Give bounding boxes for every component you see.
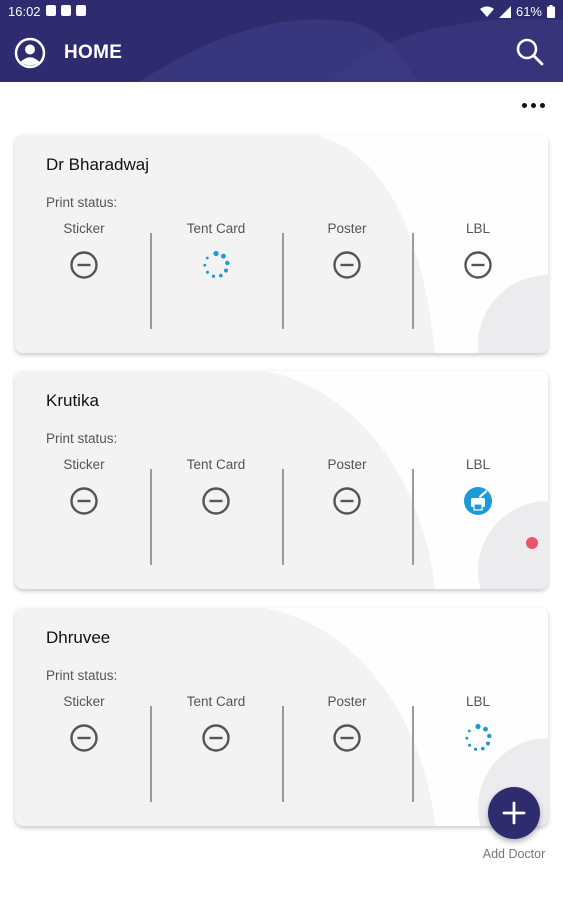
- status-lbl: LBL: [413, 694, 543, 753]
- column-label-poster: Poster: [327, 457, 367, 472]
- minus-circle-icon: [70, 251, 98, 279]
- minus-circle-icon: [333, 487, 361, 515]
- status-sticker: Sticker: [19, 457, 149, 516]
- battery-icon: [547, 5, 555, 18]
- minus-circle-icon: [70, 487, 98, 515]
- column-label-sticker: Sticker: [63, 221, 105, 236]
- bag-notification-icon: [61, 5, 71, 16]
- minus-circle-icon: [464, 251, 492, 279]
- status-lbl: LBL: [413, 221, 543, 280]
- minus-circle-icon: [70, 724, 98, 752]
- column-label-lbl: LBL: [465, 221, 491, 236]
- overflow-dot: [539, 102, 545, 108]
- minus-circle-icon: [333, 724, 361, 752]
- status-lbl: LBL: [413, 457, 543, 516]
- status-sticker: Sticker: [19, 694, 149, 753]
- status-tent-card: Tent Card: [151, 221, 281, 280]
- doctor-name: Dr Bharadwaj: [46, 155, 149, 174]
- status-time: 16:02: [8, 4, 41, 19]
- minus-circle-icon: [202, 487, 230, 515]
- status-tent-card: Tent Card: [151, 694, 281, 753]
- doctor-card[interactable]: Krutika Print status: Sticker Tent Card …: [15, 371, 548, 589]
- column-label-tent-card: Tent Card: [186, 694, 246, 709]
- notification-dot: [526, 537, 538, 549]
- status-sticker: Sticker: [19, 221, 149, 280]
- doctor-name: Dhruvee: [46, 628, 111, 647]
- wifi-icon: [479, 6, 494, 17]
- column-label-poster: Poster: [327, 694, 367, 709]
- status-poster: Poster: [282, 694, 412, 753]
- more-horizontal-icon[interactable]: [517, 95, 549, 115]
- add-doctor-button[interactable]: [488, 787, 540, 839]
- status-poster: Poster: [282, 457, 412, 516]
- column-label-tent-card: Tent Card: [186, 457, 246, 472]
- doctor-card[interactable]: Dhruvee Print status: Sticker Tent Card …: [15, 608, 548, 826]
- overflow-dot: [521, 102, 527, 108]
- plus-icon: [502, 801, 526, 825]
- doctor-name: Krutika: [46, 391, 99, 410]
- system-icons: 61%: [479, 4, 555, 19]
- signal-icon: [498, 5, 511, 18]
- status-poster: Poster: [282, 221, 412, 280]
- overflow-dot: [530, 102, 536, 108]
- app-bar: 16:02 61% HOME: [0, 0, 563, 82]
- status-tent-card: Tent Card: [151, 457, 281, 516]
- print-done-icon: [464, 487, 492, 515]
- notification-icons: [46, 5, 86, 16]
- print-status-label: Print status:: [46, 195, 118, 210]
- loading-spinner-icon: [203, 250, 230, 278]
- column-label-tent-card: Tent Card: [186, 221, 246, 236]
- battery-percent: 61%: [515, 4, 542, 19]
- minus-circle-icon: [202, 724, 230, 752]
- account-circle-icon[interactable]: [14, 37, 46, 69]
- add-doctor-label: Add Doctor: [482, 847, 546, 861]
- column-label-sticker: Sticker: [63, 457, 105, 472]
- column-label-sticker: Sticker: [63, 694, 105, 709]
- print-status-label: Print status:: [46, 431, 118, 446]
- search-icon[interactable]: [515, 37, 545, 67]
- page-title: HOME: [64, 42, 123, 63]
- minus-circle-icon: [333, 251, 361, 279]
- status-bar: 16:02 61%: [0, 0, 563, 24]
- print-status-label: Print status:: [46, 668, 118, 683]
- app-notification-icon: [76, 5, 86, 16]
- gallery-notification-icon: [46, 5, 56, 16]
- column-label-lbl: LBL: [465, 457, 491, 472]
- loading-spinner-icon: [465, 723, 492, 751]
- column-label-lbl: LBL: [465, 694, 491, 709]
- column-label-poster: Poster: [327, 221, 367, 236]
- doctor-card[interactable]: Dr Bharadwaj Print status: Sticker Tent …: [15, 135, 548, 353]
